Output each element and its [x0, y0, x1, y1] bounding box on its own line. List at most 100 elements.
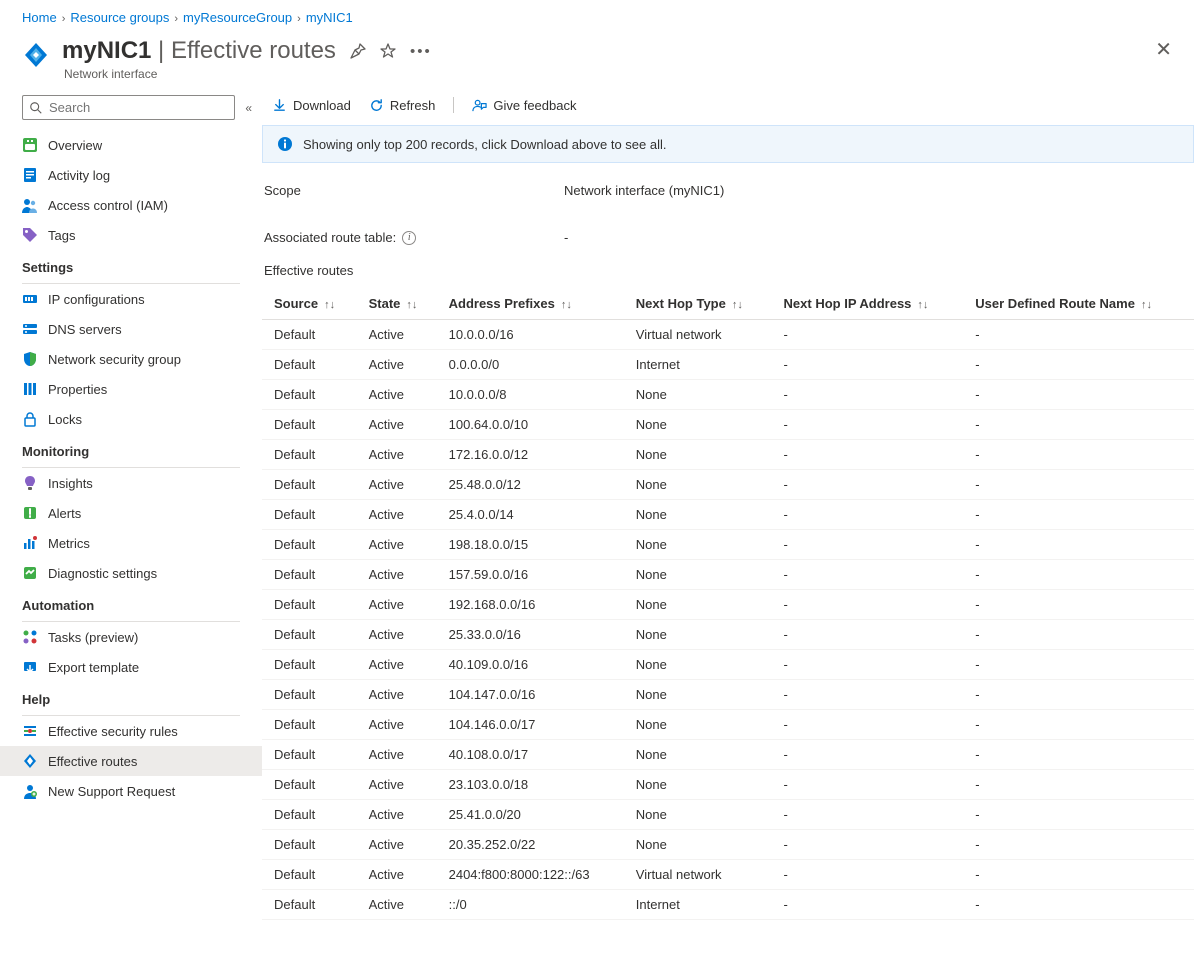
- chevron-right-icon: ›: [169, 13, 183, 25]
- sidebar-section-title: Automation: [0, 588, 262, 617]
- command-bar: Download Refresh Give feedback: [262, 91, 1194, 125]
- sidebar-item-insights[interactable]: Insights: [0, 468, 262, 498]
- table-row[interactable]: DefaultActive157.59.0.0/16None--: [262, 560, 1194, 590]
- sidebar-item-label: Alerts: [48, 506, 81, 521]
- alerts-icon: [22, 505, 38, 521]
- sidebar-item-tags[interactable]: Tags: [0, 220, 262, 250]
- table-cell: 10.0.0.0/8: [439, 380, 626, 410]
- sidebar-item-support[interactable]: New Support Request: [0, 776, 262, 806]
- sidebar-item-export[interactable]: Export template: [0, 652, 262, 682]
- table-cell: None: [626, 470, 774, 500]
- main-content: Download Refresh Give feedback Showing o…: [262, 91, 1200, 940]
- table-cell: 25.41.0.0/20: [439, 800, 626, 830]
- table-row[interactable]: DefaultActive25.4.0.0/14None--: [262, 500, 1194, 530]
- breadcrumb-link[interactable]: Resource groups: [70, 10, 169, 25]
- table-cell: 10.0.0.0/16: [439, 320, 626, 350]
- table-cell: None: [626, 680, 774, 710]
- breadcrumb-link[interactable]: myResourceGroup: [183, 10, 292, 25]
- table-row[interactable]: DefaultActive::/0Internet--: [262, 890, 1194, 920]
- sidebar-item-activity[interactable]: Activity log: [0, 160, 262, 190]
- info-icon: [277, 136, 293, 152]
- sidebar-item-locks[interactable]: Locks: [0, 404, 262, 434]
- sidebar-item-effroutes[interactable]: Effective routes: [0, 746, 262, 776]
- table-row[interactable]: DefaultActive198.18.0.0/15None--: [262, 530, 1194, 560]
- associated-route-table-label: Associated route table: i: [264, 230, 564, 245]
- table-row[interactable]: DefaultActive10.0.0.0/8None--: [262, 380, 1194, 410]
- sidebar-item-metrics[interactable]: Metrics: [0, 528, 262, 558]
- sidebar-item-ipconfig[interactable]: IP configurations: [0, 284, 262, 314]
- close-icon[interactable]: ✕: [1155, 37, 1172, 62]
- table-cell: Default: [262, 410, 359, 440]
- table-cell: Internet: [626, 890, 774, 920]
- table-row[interactable]: DefaultActive104.146.0.0/17None--: [262, 710, 1194, 740]
- table-cell: -: [965, 620, 1194, 650]
- sidebar-item-diag[interactable]: Diagnostic settings: [0, 558, 262, 588]
- column-header[interactable]: State↑↓: [359, 288, 439, 320]
- table-row[interactable]: DefaultActive25.33.0.0/16None--: [262, 620, 1194, 650]
- table-cell: -: [965, 380, 1194, 410]
- table-row[interactable]: DefaultActive25.48.0.0/12None--: [262, 470, 1194, 500]
- more-icon[interactable]: •••: [410, 43, 432, 60]
- sidebar-item-label: DNS servers: [48, 322, 122, 337]
- resource-icon: [22, 41, 50, 69]
- column-header[interactable]: Address Prefixes↑↓: [439, 288, 626, 320]
- breadcrumb-link[interactable]: Home: [22, 10, 57, 25]
- table-cell: Active: [359, 890, 439, 920]
- table-row[interactable]: DefaultActive25.41.0.0/20None--: [262, 800, 1194, 830]
- search-box[interactable]: [22, 95, 235, 120]
- column-header[interactable]: Source↑↓: [262, 288, 359, 320]
- table-cell: None: [626, 440, 774, 470]
- table-cell: Default: [262, 860, 359, 890]
- table-row[interactable]: DefaultActive172.16.0.0/12None--: [262, 440, 1194, 470]
- table-cell: None: [626, 560, 774, 590]
- table-row[interactable]: DefaultActive10.0.0.0/16Virtual network-…: [262, 320, 1194, 350]
- table-row[interactable]: DefaultActive0.0.0.0/0Internet--: [262, 350, 1194, 380]
- sidebar-item-alerts[interactable]: Alerts: [0, 498, 262, 528]
- sort-icon: ↑↓: [561, 299, 572, 311]
- table-row[interactable]: DefaultActive192.168.0.0/16None--: [262, 590, 1194, 620]
- sort-icon: ↑↓: [324, 299, 335, 311]
- sidebar-item-iam[interactable]: Access control (IAM): [0, 190, 262, 220]
- sidebar-item-effsec[interactable]: Effective security rules: [0, 716, 262, 746]
- refresh-button[interactable]: Refresh: [369, 98, 436, 113]
- table-cell: -: [965, 350, 1194, 380]
- collapse-sidebar-icon[interactable]: «: [235, 97, 262, 119]
- locks-icon: [22, 411, 38, 427]
- table-cell: Default: [262, 770, 359, 800]
- column-header[interactable]: Next Hop Type↑↓: [626, 288, 774, 320]
- pin-icon[interactable]: [350, 43, 366, 59]
- sidebar-section-title: Settings: [0, 250, 262, 279]
- chevron-right-icon: ›: [292, 13, 306, 25]
- export-icon: [22, 659, 38, 675]
- table-row[interactable]: DefaultActive40.109.0.0/16None--: [262, 650, 1194, 680]
- column-header[interactable]: Next Hop IP Address↑↓: [774, 288, 966, 320]
- sidebar-item-props[interactable]: Properties: [0, 374, 262, 404]
- favorite-icon[interactable]: [380, 43, 396, 59]
- feedback-button[interactable]: Give feedback: [472, 98, 576, 113]
- breadcrumb-link[interactable]: myNIC1: [306, 10, 353, 25]
- sidebar-item-dns[interactable]: DNS servers: [0, 314, 262, 344]
- table-cell: Active: [359, 380, 439, 410]
- search-input[interactable]: [49, 100, 228, 115]
- info-icon[interactable]: i: [402, 231, 416, 245]
- column-header[interactable]: User Defined Route Name↑↓: [965, 288, 1194, 320]
- table-cell: Virtual network: [626, 860, 774, 890]
- table-row[interactable]: DefaultActive104.147.0.0/16None--: [262, 680, 1194, 710]
- table-cell: -: [965, 560, 1194, 590]
- table-row[interactable]: DefaultActive100.64.0.0/10None--: [262, 410, 1194, 440]
- table-cell: -: [774, 500, 966, 530]
- table-cell: Active: [359, 800, 439, 830]
- table-cell: -: [965, 740, 1194, 770]
- download-button[interactable]: Download: [272, 98, 351, 113]
- sidebar-item-nsg[interactable]: Network security group: [0, 344, 262, 374]
- table-row[interactable]: DefaultActive20.35.252.0/22None--: [262, 830, 1194, 860]
- table-cell: -: [774, 740, 966, 770]
- sidebar-item-tasks[interactable]: Tasks (preview): [0, 622, 262, 652]
- sidebar-item-overview[interactable]: Overview: [0, 130, 262, 160]
- table-cell: Active: [359, 770, 439, 800]
- table-cell: -: [965, 440, 1194, 470]
- table-row[interactable]: DefaultActive40.108.0.0/17None--: [262, 740, 1194, 770]
- table-row[interactable]: DefaultActive23.103.0.0/18None--: [262, 770, 1194, 800]
- table-row[interactable]: DefaultActive2404:f800:8000:122::/63Virt…: [262, 860, 1194, 890]
- dns-icon: [22, 321, 38, 337]
